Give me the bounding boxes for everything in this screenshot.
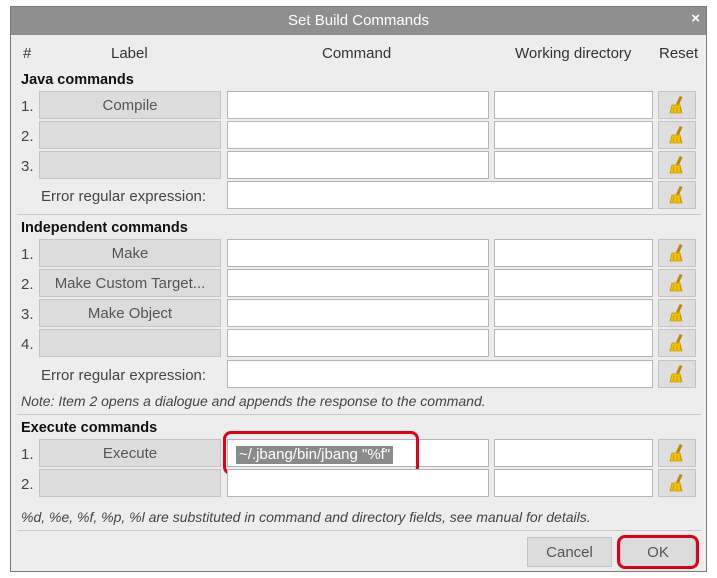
broom-icon[interactable] xyxy=(658,360,696,388)
close-icon[interactable]: × xyxy=(691,10,700,27)
broom-icon[interactable] xyxy=(658,439,696,467)
separator xyxy=(17,214,701,215)
broom-icon[interactable] xyxy=(658,269,696,297)
header-command: Command xyxy=(322,45,392,62)
broom-icon[interactable] xyxy=(658,181,696,209)
separator xyxy=(17,414,701,415)
header-working-directory: Working directory xyxy=(515,45,632,62)
execute-dir-1-input[interactable] xyxy=(494,439,653,467)
make-custom-target-button[interactable]: Make Custom Target... xyxy=(39,269,221,297)
independent-dir-1-input[interactable] xyxy=(494,239,653,267)
broom-icon[interactable] xyxy=(658,91,696,119)
title-bar: Set Build Commands × xyxy=(11,7,706,35)
broom-icon[interactable] xyxy=(658,151,696,179)
separator xyxy=(17,530,701,531)
row-number: 4. xyxy=(21,336,34,353)
java-error-regex-label: Error regular expression: xyxy=(41,188,207,205)
row-number: 3. xyxy=(21,306,34,323)
dialog-title: Set Build Commands xyxy=(288,12,429,29)
independent-commands-heading: Independent commands xyxy=(21,220,188,236)
execute-commands-heading: Execute commands xyxy=(21,420,158,436)
header-label: Label xyxy=(111,45,148,62)
row-number: 1. xyxy=(21,98,34,115)
java-commands-heading: Java commands xyxy=(21,72,134,88)
cancel-button[interactable]: Cancel xyxy=(527,537,612,567)
execute-command-2-input[interactable] xyxy=(227,469,489,497)
substitution-note: %d, %e, %f, %p, %l are substituted in co… xyxy=(21,509,591,525)
java-label-3-button[interactable] xyxy=(39,151,221,179)
independent-dir-3-input[interactable] xyxy=(494,299,653,327)
java-command-3-input[interactable] xyxy=(227,151,489,179)
java-dir-3-input[interactable] xyxy=(494,151,653,179)
broom-icon[interactable] xyxy=(658,121,696,149)
java-dir-2-input[interactable] xyxy=(494,121,653,149)
make-object-button[interactable]: Make Object xyxy=(39,299,221,327)
broom-icon[interactable] xyxy=(658,469,696,497)
header-number: # xyxy=(23,45,32,62)
row-number: 1. xyxy=(21,246,34,263)
row-number: 2. xyxy=(21,128,34,145)
broom-icon[interactable] xyxy=(658,329,696,357)
independent-command-4-input[interactable] xyxy=(227,329,489,357)
row-number: 2. xyxy=(21,476,34,493)
ok-highlight xyxy=(617,535,699,569)
row-number: 1. xyxy=(21,446,34,463)
java-command-2-input[interactable] xyxy=(227,121,489,149)
independent-dir-4-input[interactable] xyxy=(494,329,653,357)
execute-button[interactable]: Execute xyxy=(39,439,221,467)
independent-dir-2-input[interactable] xyxy=(494,269,653,297)
make-button[interactable]: Make xyxy=(39,239,221,267)
independent-label-4-button[interactable] xyxy=(39,329,221,357)
java-dir-1-input[interactable] xyxy=(494,91,653,119)
set-build-commands-dialog: Set Build Commands × # Label Command Wor… xyxy=(10,6,707,572)
java-error-regex-input[interactable] xyxy=(227,181,653,209)
execute-label-2-button[interactable] xyxy=(39,469,221,497)
broom-icon[interactable] xyxy=(658,299,696,327)
row-number: 2. xyxy=(21,276,34,293)
independent-command-2-input[interactable] xyxy=(227,269,489,297)
independent-note: Note: Item 2 opens a dialogue and append… xyxy=(21,393,486,409)
independent-error-regex-input[interactable] xyxy=(227,360,653,388)
java-command-1-input[interactable] xyxy=(227,91,489,119)
java-label-2-button[interactable] xyxy=(39,121,221,149)
broom-icon[interactable] xyxy=(658,239,696,267)
execute-dir-2-input[interactable] xyxy=(494,469,653,497)
independent-error-regex-label: Error regular expression: xyxy=(41,367,207,384)
header-reset: Reset xyxy=(659,45,699,62)
row-number: 3. xyxy=(21,158,34,175)
java-label-1-button[interactable]: Compile xyxy=(39,91,221,119)
independent-command-1-input[interactable] xyxy=(227,239,489,267)
independent-command-3-input[interactable] xyxy=(227,299,489,327)
